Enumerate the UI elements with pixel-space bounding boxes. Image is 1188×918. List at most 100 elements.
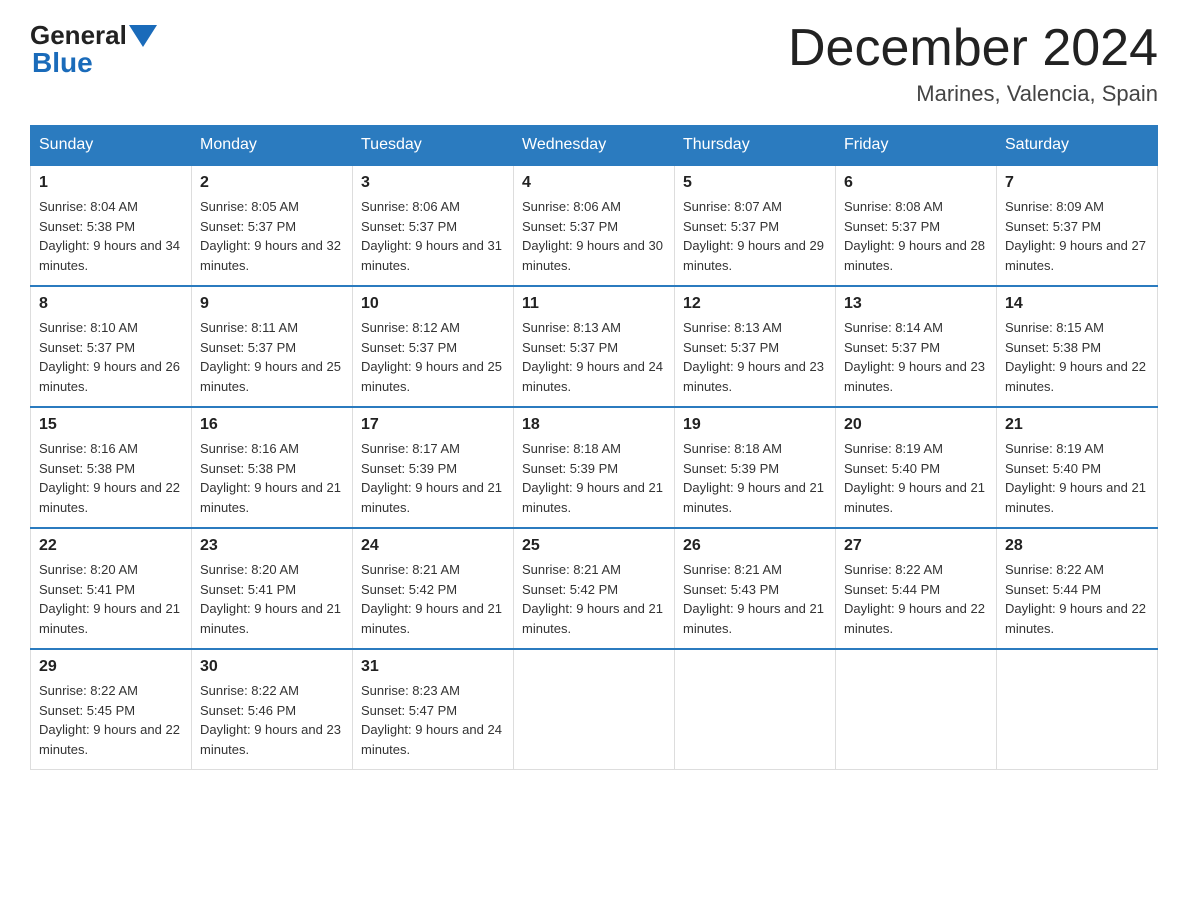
day-info: Sunrise: 8:06 AM Sunset: 5:37 PM Dayligh…: [361, 197, 505, 275]
col-wednesday: Wednesday: [514, 126, 675, 166]
day-number: 4: [522, 174, 666, 192]
calendar-cell: 1 Sunrise: 8:04 AM Sunset: 5:38 PM Dayli…: [31, 165, 192, 286]
day-info: Sunrise: 8:07 AM Sunset: 5:37 PM Dayligh…: [683, 197, 827, 275]
day-info: Sunrise: 8:20 AM Sunset: 5:41 PM Dayligh…: [200, 560, 344, 638]
day-number: 10: [361, 295, 505, 313]
calendar-cell: 6 Sunrise: 8:08 AM Sunset: 5:37 PM Dayli…: [836, 165, 997, 286]
calendar-cell: 3 Sunrise: 8:06 AM Sunset: 5:37 PM Dayli…: [353, 165, 514, 286]
day-number: 11: [522, 295, 666, 313]
calendar-cell: 28 Sunrise: 8:22 AM Sunset: 5:44 PM Dayl…: [997, 528, 1158, 649]
day-number: 24: [361, 537, 505, 555]
calendar-cell: 12 Sunrise: 8:13 AM Sunset: 5:37 PM Dayl…: [675, 286, 836, 407]
day-info: Sunrise: 8:23 AM Sunset: 5:47 PM Dayligh…: [361, 681, 505, 759]
day-info: Sunrise: 8:16 AM Sunset: 5:38 PM Dayligh…: [200, 439, 344, 517]
day-number: 27: [844, 537, 988, 555]
calendar-cell: [675, 649, 836, 770]
calendar-cell: 11 Sunrise: 8:13 AM Sunset: 5:37 PM Dayl…: [514, 286, 675, 407]
calendar-week-row-1: 1 Sunrise: 8:04 AM Sunset: 5:38 PM Dayli…: [31, 165, 1158, 286]
day-number: 1: [39, 174, 183, 192]
day-number: 17: [361, 416, 505, 434]
calendar-cell: [514, 649, 675, 770]
calendar-week-row-2: 8 Sunrise: 8:10 AM Sunset: 5:37 PM Dayli…: [31, 286, 1158, 407]
day-info: Sunrise: 8:15 AM Sunset: 5:38 PM Dayligh…: [1005, 318, 1149, 396]
day-number: 15: [39, 416, 183, 434]
day-number: 13: [844, 295, 988, 313]
day-info: Sunrise: 8:21 AM Sunset: 5:42 PM Dayligh…: [522, 560, 666, 638]
calendar-cell: 27 Sunrise: 8:22 AM Sunset: 5:44 PM Dayl…: [836, 528, 997, 649]
calendar-week-row-5: 29 Sunrise: 8:22 AM Sunset: 5:45 PM Dayl…: [31, 649, 1158, 770]
day-number: 8: [39, 295, 183, 313]
day-number: 12: [683, 295, 827, 313]
day-info: Sunrise: 8:13 AM Sunset: 5:37 PM Dayligh…: [522, 318, 666, 396]
calendar-cell: 10 Sunrise: 8:12 AM Sunset: 5:37 PM Dayl…: [353, 286, 514, 407]
calendar-cell: 31 Sunrise: 8:23 AM Sunset: 5:47 PM Dayl…: [353, 649, 514, 770]
calendar-cell: 17 Sunrise: 8:17 AM Sunset: 5:39 PM Dayl…: [353, 407, 514, 528]
month-year-title: December 2024: [788, 20, 1158, 77]
calendar-cell: 7 Sunrise: 8:09 AM Sunset: 5:37 PM Dayli…: [997, 165, 1158, 286]
calendar-cell: 22 Sunrise: 8:20 AM Sunset: 5:41 PM Dayl…: [31, 528, 192, 649]
col-tuesday: Tuesday: [353, 126, 514, 166]
calendar-week-row-3: 15 Sunrise: 8:16 AM Sunset: 5:38 PM Dayl…: [31, 407, 1158, 528]
calendar-week-row-4: 22 Sunrise: 8:20 AM Sunset: 5:41 PM Dayl…: [31, 528, 1158, 649]
day-number: 25: [522, 537, 666, 555]
col-sunday: Sunday: [31, 126, 192, 166]
calendar-cell: 2 Sunrise: 8:05 AM Sunset: 5:37 PM Dayli…: [192, 165, 353, 286]
calendar-cell: 5 Sunrise: 8:07 AM Sunset: 5:37 PM Dayli…: [675, 165, 836, 286]
day-number: 30: [200, 658, 344, 676]
calendar-cell: 30 Sunrise: 8:22 AM Sunset: 5:46 PM Dayl…: [192, 649, 353, 770]
day-number: 18: [522, 416, 666, 434]
day-info: Sunrise: 8:19 AM Sunset: 5:40 PM Dayligh…: [1005, 439, 1149, 517]
calendar-cell: 20 Sunrise: 8:19 AM Sunset: 5:40 PM Dayl…: [836, 407, 997, 528]
calendar-cell: 25 Sunrise: 8:21 AM Sunset: 5:42 PM Dayl…: [514, 528, 675, 649]
day-number: 21: [1005, 416, 1149, 434]
day-number: 9: [200, 295, 344, 313]
calendar-cell: 16 Sunrise: 8:16 AM Sunset: 5:38 PM Dayl…: [192, 407, 353, 528]
day-info: Sunrise: 8:22 AM Sunset: 5:44 PM Dayligh…: [1005, 560, 1149, 638]
day-number: 22: [39, 537, 183, 555]
day-number: 28: [1005, 537, 1149, 555]
day-info: Sunrise: 8:08 AM Sunset: 5:37 PM Dayligh…: [844, 197, 988, 275]
day-info: Sunrise: 8:17 AM Sunset: 5:39 PM Dayligh…: [361, 439, 505, 517]
day-info: Sunrise: 8:21 AM Sunset: 5:43 PM Dayligh…: [683, 560, 827, 638]
location-subtitle: Marines, Valencia, Spain: [788, 81, 1158, 107]
col-monday: Monday: [192, 126, 353, 166]
day-info: Sunrise: 8:10 AM Sunset: 5:37 PM Dayligh…: [39, 318, 183, 396]
day-info: Sunrise: 8:18 AM Sunset: 5:39 PM Dayligh…: [522, 439, 666, 517]
day-info: Sunrise: 8:22 AM Sunset: 5:46 PM Dayligh…: [200, 681, 344, 759]
day-info: Sunrise: 8:22 AM Sunset: 5:44 PM Dayligh…: [844, 560, 988, 638]
page-header: General Blue December 2024 Marines, Vale…: [30, 20, 1158, 107]
day-info: Sunrise: 8:05 AM Sunset: 5:37 PM Dayligh…: [200, 197, 344, 275]
day-info: Sunrise: 8:04 AM Sunset: 5:38 PM Dayligh…: [39, 197, 183, 275]
col-saturday: Saturday: [997, 126, 1158, 166]
day-number: 5: [683, 174, 827, 192]
day-info: Sunrise: 8:13 AM Sunset: 5:37 PM Dayligh…: [683, 318, 827, 396]
title-block: December 2024 Marines, Valencia, Spain: [788, 20, 1158, 107]
day-info: Sunrise: 8:19 AM Sunset: 5:40 PM Dayligh…: [844, 439, 988, 517]
day-number: 23: [200, 537, 344, 555]
calendar-cell: 19 Sunrise: 8:18 AM Sunset: 5:39 PM Dayl…: [675, 407, 836, 528]
logo-blue-text: Blue: [32, 47, 93, 78]
day-info: Sunrise: 8:09 AM Sunset: 5:37 PM Dayligh…: [1005, 197, 1149, 275]
calendar-header-row: Sunday Monday Tuesday Wednesday Thursday…: [31, 126, 1158, 166]
calendar-cell: 24 Sunrise: 8:21 AM Sunset: 5:42 PM Dayl…: [353, 528, 514, 649]
logo-triangle-icon: [129, 25, 157, 47]
calendar-cell: 13 Sunrise: 8:14 AM Sunset: 5:37 PM Dayl…: [836, 286, 997, 407]
day-number: 7: [1005, 174, 1149, 192]
day-number: 26: [683, 537, 827, 555]
day-info: Sunrise: 8:20 AM Sunset: 5:41 PM Dayligh…: [39, 560, 183, 638]
day-number: 20: [844, 416, 988, 434]
calendar-cell: 14 Sunrise: 8:15 AM Sunset: 5:38 PM Dayl…: [997, 286, 1158, 407]
day-info: Sunrise: 8:18 AM Sunset: 5:39 PM Dayligh…: [683, 439, 827, 517]
day-info: Sunrise: 8:12 AM Sunset: 5:37 PM Dayligh…: [361, 318, 505, 396]
calendar-cell: 26 Sunrise: 8:21 AM Sunset: 5:43 PM Dayl…: [675, 528, 836, 649]
calendar-cell: 9 Sunrise: 8:11 AM Sunset: 5:37 PM Dayli…: [192, 286, 353, 407]
calendar-cell: [836, 649, 997, 770]
day-info: Sunrise: 8:11 AM Sunset: 5:37 PM Dayligh…: [200, 318, 344, 396]
calendar-cell: 23 Sunrise: 8:20 AM Sunset: 5:41 PM Dayl…: [192, 528, 353, 649]
calendar-cell: 18 Sunrise: 8:18 AM Sunset: 5:39 PM Dayl…: [514, 407, 675, 528]
calendar-cell: 29 Sunrise: 8:22 AM Sunset: 5:45 PM Dayl…: [31, 649, 192, 770]
day-number: 31: [361, 658, 505, 676]
calendar-cell: 21 Sunrise: 8:19 AM Sunset: 5:40 PM Dayl…: [997, 407, 1158, 528]
logo: General Blue: [30, 20, 159, 79]
calendar-cell: [997, 649, 1158, 770]
